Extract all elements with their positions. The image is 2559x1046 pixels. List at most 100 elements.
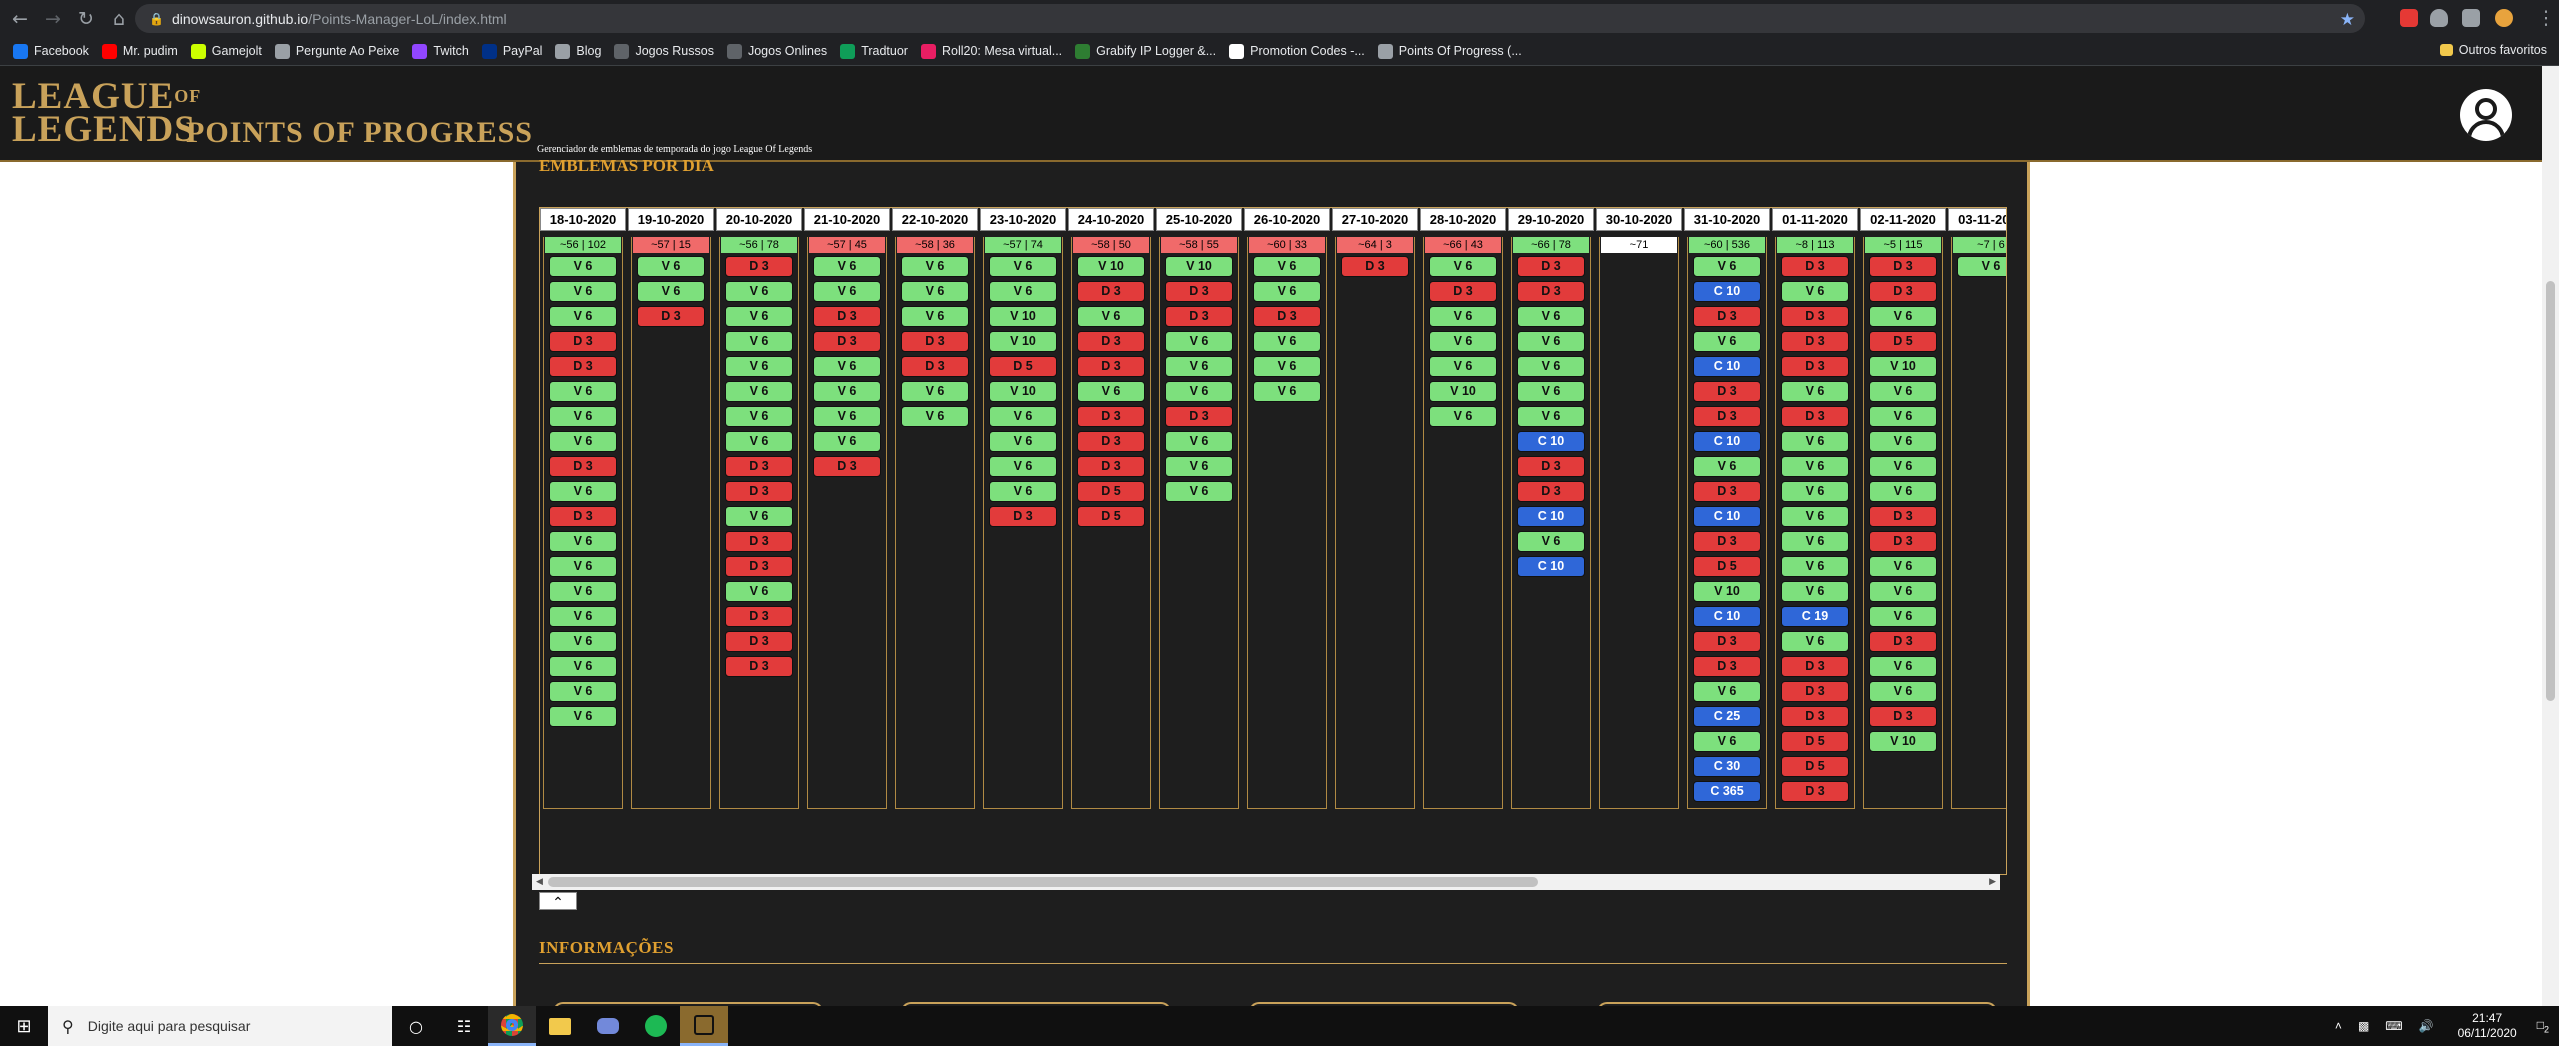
emblem-chip[interactable]: V 6 (1869, 456, 1937, 477)
emblem-chip[interactable]: D 3 (1693, 481, 1761, 502)
scrollbar-thumb[interactable] (2546, 281, 2555, 701)
emblem-chip[interactable]: V 6 (1781, 531, 1849, 552)
emblem-chip[interactable]: V 6 (549, 256, 617, 277)
home-icon[interactable]: ⌂ (106, 6, 132, 32)
emblem-chip[interactable]: V 6 (813, 256, 881, 277)
emblem-chip[interactable]: V 6 (549, 556, 617, 577)
emblem-chip[interactable]: V 6 (1869, 556, 1937, 577)
other-bookmarks[interactable]: Outros favoritos (2439, 43, 2547, 57)
emblem-chip[interactable]: C 30 (1693, 756, 1761, 777)
emblem-chip[interactable]: D 3 (1781, 781, 1849, 802)
collapse-button[interactable]: ⌃ (539, 892, 577, 910)
forward-icon[interactable]: → (40, 6, 66, 32)
emblem-chip[interactable]: V 6 (813, 356, 881, 377)
emblem-chip[interactable]: V 6 (549, 656, 617, 677)
emblem-chip[interactable]: D 3 (1077, 431, 1145, 452)
emblem-chip[interactable]: V 6 (1077, 381, 1145, 402)
emblem-chip[interactable]: V 6 (725, 281, 793, 302)
scroll-left-icon[interactable]: ◀ (536, 876, 543, 887)
emblem-chip[interactable]: V 6 (1693, 256, 1761, 277)
user-avatar-icon[interactable] (2460, 89, 2512, 141)
lol-logo[interactable]: LEAGUEOF LEGENDS (12, 78, 201, 148)
emblem-chip[interactable]: V 10 (1869, 731, 1937, 752)
bookmark-0[interactable]: Facebook (13, 43, 89, 59)
emblem-chip[interactable]: V 6 (813, 431, 881, 452)
notification-icon[interactable]: □2 (2537, 1018, 2549, 1034)
emblem-chip[interactable]: V 6 (813, 381, 881, 402)
bookmark-7[interactable]: Jogos Russos (614, 43, 714, 59)
windows-start-icon[interactable]: ⊞ (0, 1006, 48, 1046)
emblem-chip[interactable]: D 3 (1869, 631, 1937, 652)
emblem-chip[interactable]: D 3 (1517, 456, 1585, 477)
bookmark-2[interactable]: Gamejolt (190, 43, 262, 59)
emblem-chip[interactable]: V 6 (1429, 256, 1497, 277)
emblem-chip[interactable]: V 6 (1781, 556, 1849, 577)
emblem-chip[interactable]: D 3 (1693, 631, 1761, 652)
emblem-chip[interactable]: C 10 (1517, 431, 1585, 452)
emblem-chip[interactable]: V 6 (1869, 681, 1937, 702)
emblem-chip[interactable]: V 6 (549, 581, 617, 602)
emblem-chip[interactable]: D 3 (1077, 331, 1145, 352)
emblem-chip[interactable]: D 3 (1517, 281, 1585, 302)
reload-icon[interactable]: ↻ (73, 6, 99, 32)
emblem-chip[interactable]: C 10 (1693, 506, 1761, 527)
bookmark-13[interactable]: Points Of Progress (... (1377, 43, 1522, 59)
emblem-chip[interactable]: V 10 (989, 306, 1057, 327)
emblem-chip[interactable]: V 6 (989, 281, 1057, 302)
emblem-chip[interactable]: D 3 (725, 656, 793, 677)
emblem-chip[interactable]: D 3 (1341, 256, 1409, 277)
emblem-chip[interactable]: V 6 (725, 381, 793, 402)
emblem-chip[interactable]: V 6 (1869, 581, 1937, 602)
emblem-chip[interactable]: V 6 (1869, 406, 1937, 427)
emblem-chip[interactable]: V 6 (1165, 356, 1233, 377)
emblem-chip[interactable]: V 6 (1693, 681, 1761, 702)
emblem-chip[interactable]: D 3 (1781, 706, 1849, 727)
bookmark-11[interactable]: Grabify IP Logger &... (1075, 43, 1216, 59)
discord-icon[interactable] (584, 1006, 632, 1046)
cortana-icon[interactable]: ○ (392, 1006, 440, 1046)
emblem-chip[interactable]: V 6 (549, 281, 617, 302)
bookmark-star-icon[interactable]: ★ (2340, 10, 2355, 30)
extension-icon[interactable] (2400, 9, 2418, 27)
emblem-chip[interactable]: V 6 (1781, 481, 1849, 502)
emblem-chip[interactable]: V 6 (901, 281, 969, 302)
emblem-chip[interactable]: V 6 (1517, 531, 1585, 552)
emblem-chip[interactable]: V 6 (549, 481, 617, 502)
emblem-chip[interactable]: V 6 (901, 406, 969, 427)
emblem-chip[interactable]: V 6 (1517, 306, 1585, 327)
emblem-chip[interactable]: C 25 (1693, 706, 1761, 727)
emblem-chip[interactable]: D 3 (1781, 406, 1849, 427)
emblem-chip[interactable]: D 3 (813, 456, 881, 477)
emblem-chip[interactable]: V 6 (1781, 281, 1849, 302)
emblem-chip[interactable]: V 10 (1165, 256, 1233, 277)
emblem-chip[interactable]: D 3 (1693, 381, 1761, 402)
menu-icon[interactable]: ⋮ (2533, 5, 2559, 31)
emblem-chip[interactable]: V 6 (989, 456, 1057, 477)
emblem-chip[interactable]: D 3 (725, 456, 793, 477)
emblem-chip[interactable]: V 6 (1781, 506, 1849, 527)
emblem-chip[interactable]: D 3 (637, 306, 705, 327)
emblem-chip[interactable]: D 3 (1693, 656, 1761, 677)
emblem-chip[interactable]: V 6 (1165, 331, 1233, 352)
emblem-chip[interactable]: V 6 (1781, 381, 1849, 402)
emblem-chip[interactable]: V 6 (1517, 331, 1585, 352)
emblem-chip[interactable]: D 3 (1869, 531, 1937, 552)
emblem-chip[interactable]: V 6 (725, 431, 793, 452)
emblem-chip[interactable]: D 3 (725, 531, 793, 552)
emblem-chip[interactable]: D 3 (1869, 506, 1937, 527)
emblem-chip[interactable]: V 6 (725, 506, 793, 527)
emblem-chip[interactable]: V 10 (989, 331, 1057, 352)
emblem-chip[interactable]: D 3 (1077, 281, 1145, 302)
bookmark-6[interactable]: Blog (555, 43, 601, 59)
emblem-chip[interactable]: V 6 (1253, 256, 1321, 277)
emblem-chip[interactable]: D 3 (1165, 406, 1233, 427)
emblem-chip[interactable]: V 6 (989, 256, 1057, 277)
emblem-chip[interactable]: D 3 (1869, 256, 1937, 277)
horizontal-scrollbar[interactable]: ◀ ▶ (532, 874, 2000, 890)
emblem-chip[interactable]: V 6 (901, 306, 969, 327)
emblem-chip[interactable]: D 5 (1077, 506, 1145, 527)
emblem-chip[interactable]: D 3 (1693, 531, 1761, 552)
emblem-chip[interactable]: V 6 (1517, 381, 1585, 402)
emblem-chip[interactable]: V 6 (1781, 581, 1849, 602)
emblem-chip[interactable]: C 10 (1517, 556, 1585, 577)
